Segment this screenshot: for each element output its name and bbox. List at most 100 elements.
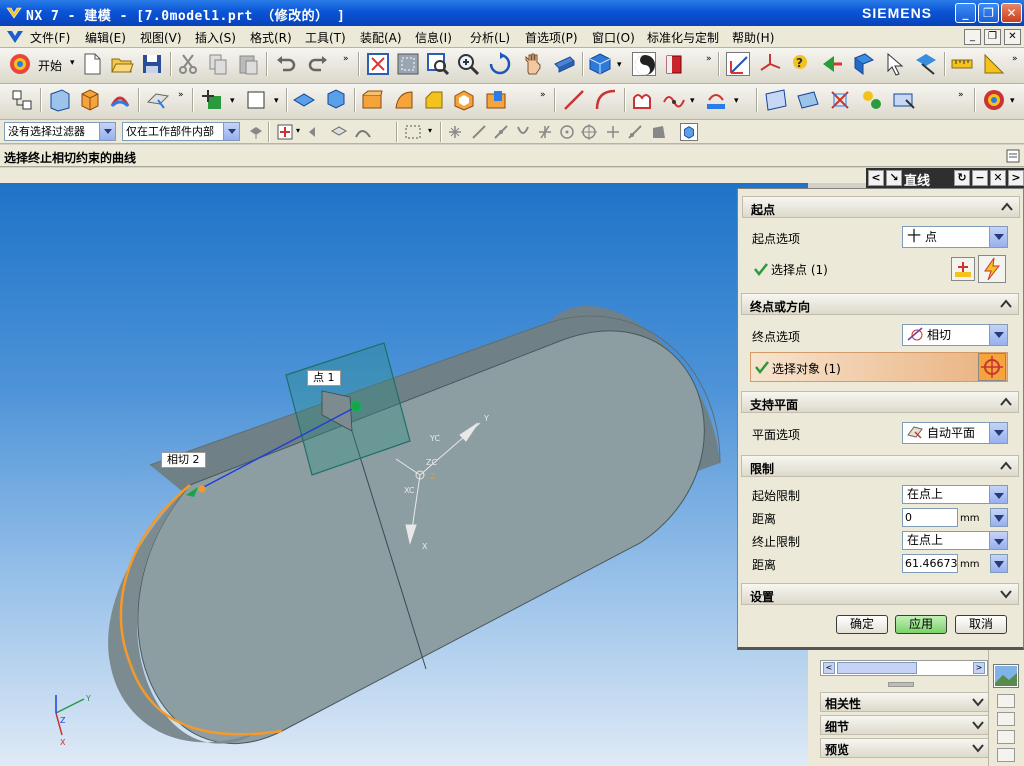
undo-icon[interactable] <box>274 52 298 76</box>
revolve-icon[interactable] <box>108 88 132 112</box>
sew-icon[interactable] <box>828 88 852 112</box>
menu-file[interactable]: 文件(F) <box>30 29 70 46</box>
resource-bar-tab-1[interactable] <box>997 694 1015 708</box>
arc-icon[interactable] <box>594 88 618 112</box>
menu-tools[interactable]: 工具(T) <box>305 29 346 46</box>
render-style-icon[interactable] <box>632 52 656 76</box>
snap-view-icon[interactable] <box>852 52 876 76</box>
perspective-icon[interactable] <box>552 52 576 76</box>
through-curves-icon[interactable] <box>764 88 788 112</box>
ok-button[interactable]: 确定 <box>836 615 888 634</box>
start-button[interactable]: 开始 ▾ <box>8 52 75 76</box>
zoom-window-icon[interactable] <box>396 52 420 76</box>
navigator-scrollbar[interactable]: < > <box>820 660 988 676</box>
scope-filter-dropdown[interactable]: 仅在工作部件内部 <box>122 122 240 141</box>
snap-arc-center-icon[interactable] <box>536 123 554 141</box>
end-group-header[interactable]: 终点或方向 <box>741 293 1019 315</box>
color-wheel-icon[interactable] <box>982 88 1006 112</box>
menu-insert[interactable]: 插入(S) <box>195 29 236 46</box>
snap-point-icon[interactable] <box>276 123 294 141</box>
toolbar-overflow-5[interactable]: » <box>540 90 546 100</box>
swept-icon[interactable] <box>796 88 820 112</box>
menu-format[interactable]: 格式(R) <box>250 29 292 46</box>
start-option-dropdown[interactable]: 十点 <box>902 226 1008 248</box>
save-icon[interactable] <box>140 52 164 76</box>
close-button[interactable]: ✕ <box>1001 3 1022 23</box>
surface-icon[interactable] <box>630 88 654 112</box>
end-distance-input[interactable]: 61.46673 <box>902 554 958 573</box>
copy-icon[interactable] <box>206 52 230 76</box>
redo-icon[interactable] <box>306 52 330 76</box>
fit-view-icon[interactable] <box>366 52 390 76</box>
trim-body-icon[interactable] <box>484 88 508 112</box>
snap-existing-point-icon[interactable] <box>580 123 598 141</box>
show-quick-pick-icon[interactable] <box>680 123 698 141</box>
snap-intersection-icon[interactable] <box>514 123 532 141</box>
measure-angle-icon[interactable] <box>982 52 1006 76</box>
inquiry-icon[interactable]: ? <box>790 52 814 76</box>
dialog-back-button[interactable]: < <box>868 170 884 186</box>
limits-group-header[interactable]: 限制 <box>741 455 1019 477</box>
datum-plane-icon[interactable] <box>146 88 170 112</box>
toolbar-overflow-6[interactable]: » <box>958 90 964 100</box>
snap-quadrant-icon[interactable] <box>558 123 576 141</box>
select-body-icon[interactable] <box>330 123 348 141</box>
menu-info[interactable]: 信息(I) <box>415 29 452 46</box>
end-limit-dropdown[interactable]: 在点上 <box>902 531 1008 550</box>
toolbar-overflow-4[interactable]: » <box>178 90 184 100</box>
offset-curve-icon[interactable] <box>704 88 728 112</box>
preview-group[interactable]: 预览 <box>820 738 990 758</box>
sketch-icon[interactable] <box>48 88 72 112</box>
mdi-minimize-button[interactable]: _ <box>964 29 981 45</box>
assembly-nav-icon[interactable] <box>10 88 34 112</box>
edge-blend-icon[interactable] <box>392 88 416 112</box>
start-distance-spinner[interactable] <box>990 508 1008 527</box>
select-point-label[interactable]: 选择点 (1) <box>771 261 828 278</box>
settings-group-header[interactable]: 设置 <box>741 583 1019 605</box>
resource-bar-tab-2[interactable] <box>997 712 1015 726</box>
block-icon[interactable] <box>292 88 316 112</box>
resource-bar-tab-4[interactable] <box>997 748 1015 762</box>
line-icon[interactable] <box>562 88 586 112</box>
zoom-area-icon[interactable] <box>426 52 450 76</box>
dialog-refresh-button[interactable]: ↻ <box>954 170 970 186</box>
shade-icon[interactable] <box>662 52 686 76</box>
point-icon[interactable] <box>200 88 224 112</box>
cancel-button[interactable]: 取消 <box>955 615 1007 634</box>
menu-customize[interactable]: 标准化与定制 <box>647 29 719 46</box>
menu-analysis[interactable]: 分析(L) <box>470 29 510 46</box>
rotate-icon[interactable] <box>488 52 512 76</box>
toolbar-overflow-2[interactable]: » <box>706 54 712 64</box>
select-object-button[interactable] <box>978 353 1006 381</box>
dialog-reset-button[interactable]: ↘ <box>886 170 902 186</box>
apply-button[interactable]: 应用 <box>895 615 947 634</box>
end-option-dropdown[interactable]: 相切 <box>902 324 1008 346</box>
menu-edit[interactable]: 编辑(E) <box>85 29 126 46</box>
cylinder-icon[interactable] <box>324 88 348 112</box>
select-feature-icon[interactable] <box>914 52 938 76</box>
resource-bar-tab-3[interactable] <box>997 730 1015 744</box>
end-distance-spinner[interactable] <box>990 554 1008 573</box>
menu-preferences[interactable]: 首选项(P) <box>525 29 578 46</box>
type-filter-dropdown[interactable]: 没有选择过滤器 <box>4 122 116 141</box>
dependencies-group[interactable]: 相关性 <box>820 692 990 712</box>
start-distance-input[interactable]: 0 <box>902 508 958 527</box>
menu-view[interactable]: 视图(V) <box>140 29 182 46</box>
select-arrow-icon[interactable] <box>884 52 908 76</box>
zoom-in-out-icon[interactable] <box>456 52 480 76</box>
open-folder-icon[interactable] <box>110 52 134 76</box>
menu-window[interactable]: 窗口(O) <box>592 29 635 46</box>
inferred-point-button[interactable] <box>978 255 1006 283</box>
plane-group-header[interactable]: 支持平面 <box>741 391 1019 413</box>
select-edge-icon[interactable] <box>354 123 372 141</box>
start-group-header[interactable]: 起点 <box>742 196 1020 218</box>
wcs-icon[interactable] <box>726 52 750 76</box>
boolean-unite-icon[interactable] <box>360 88 384 112</box>
dialog-forward-button[interactable]: > <box>1008 170 1024 186</box>
cue-line-menu-icon[interactable] <box>1006 149 1020 163</box>
select-object-row[interactable]: 选择对象 (1) <box>750 352 1008 382</box>
spline-icon[interactable] <box>662 88 686 112</box>
csys-icon[interactable] <box>758 52 782 76</box>
point-dialog-button[interactable] <box>951 257 975 281</box>
pan-icon[interactable] <box>520 52 544 76</box>
